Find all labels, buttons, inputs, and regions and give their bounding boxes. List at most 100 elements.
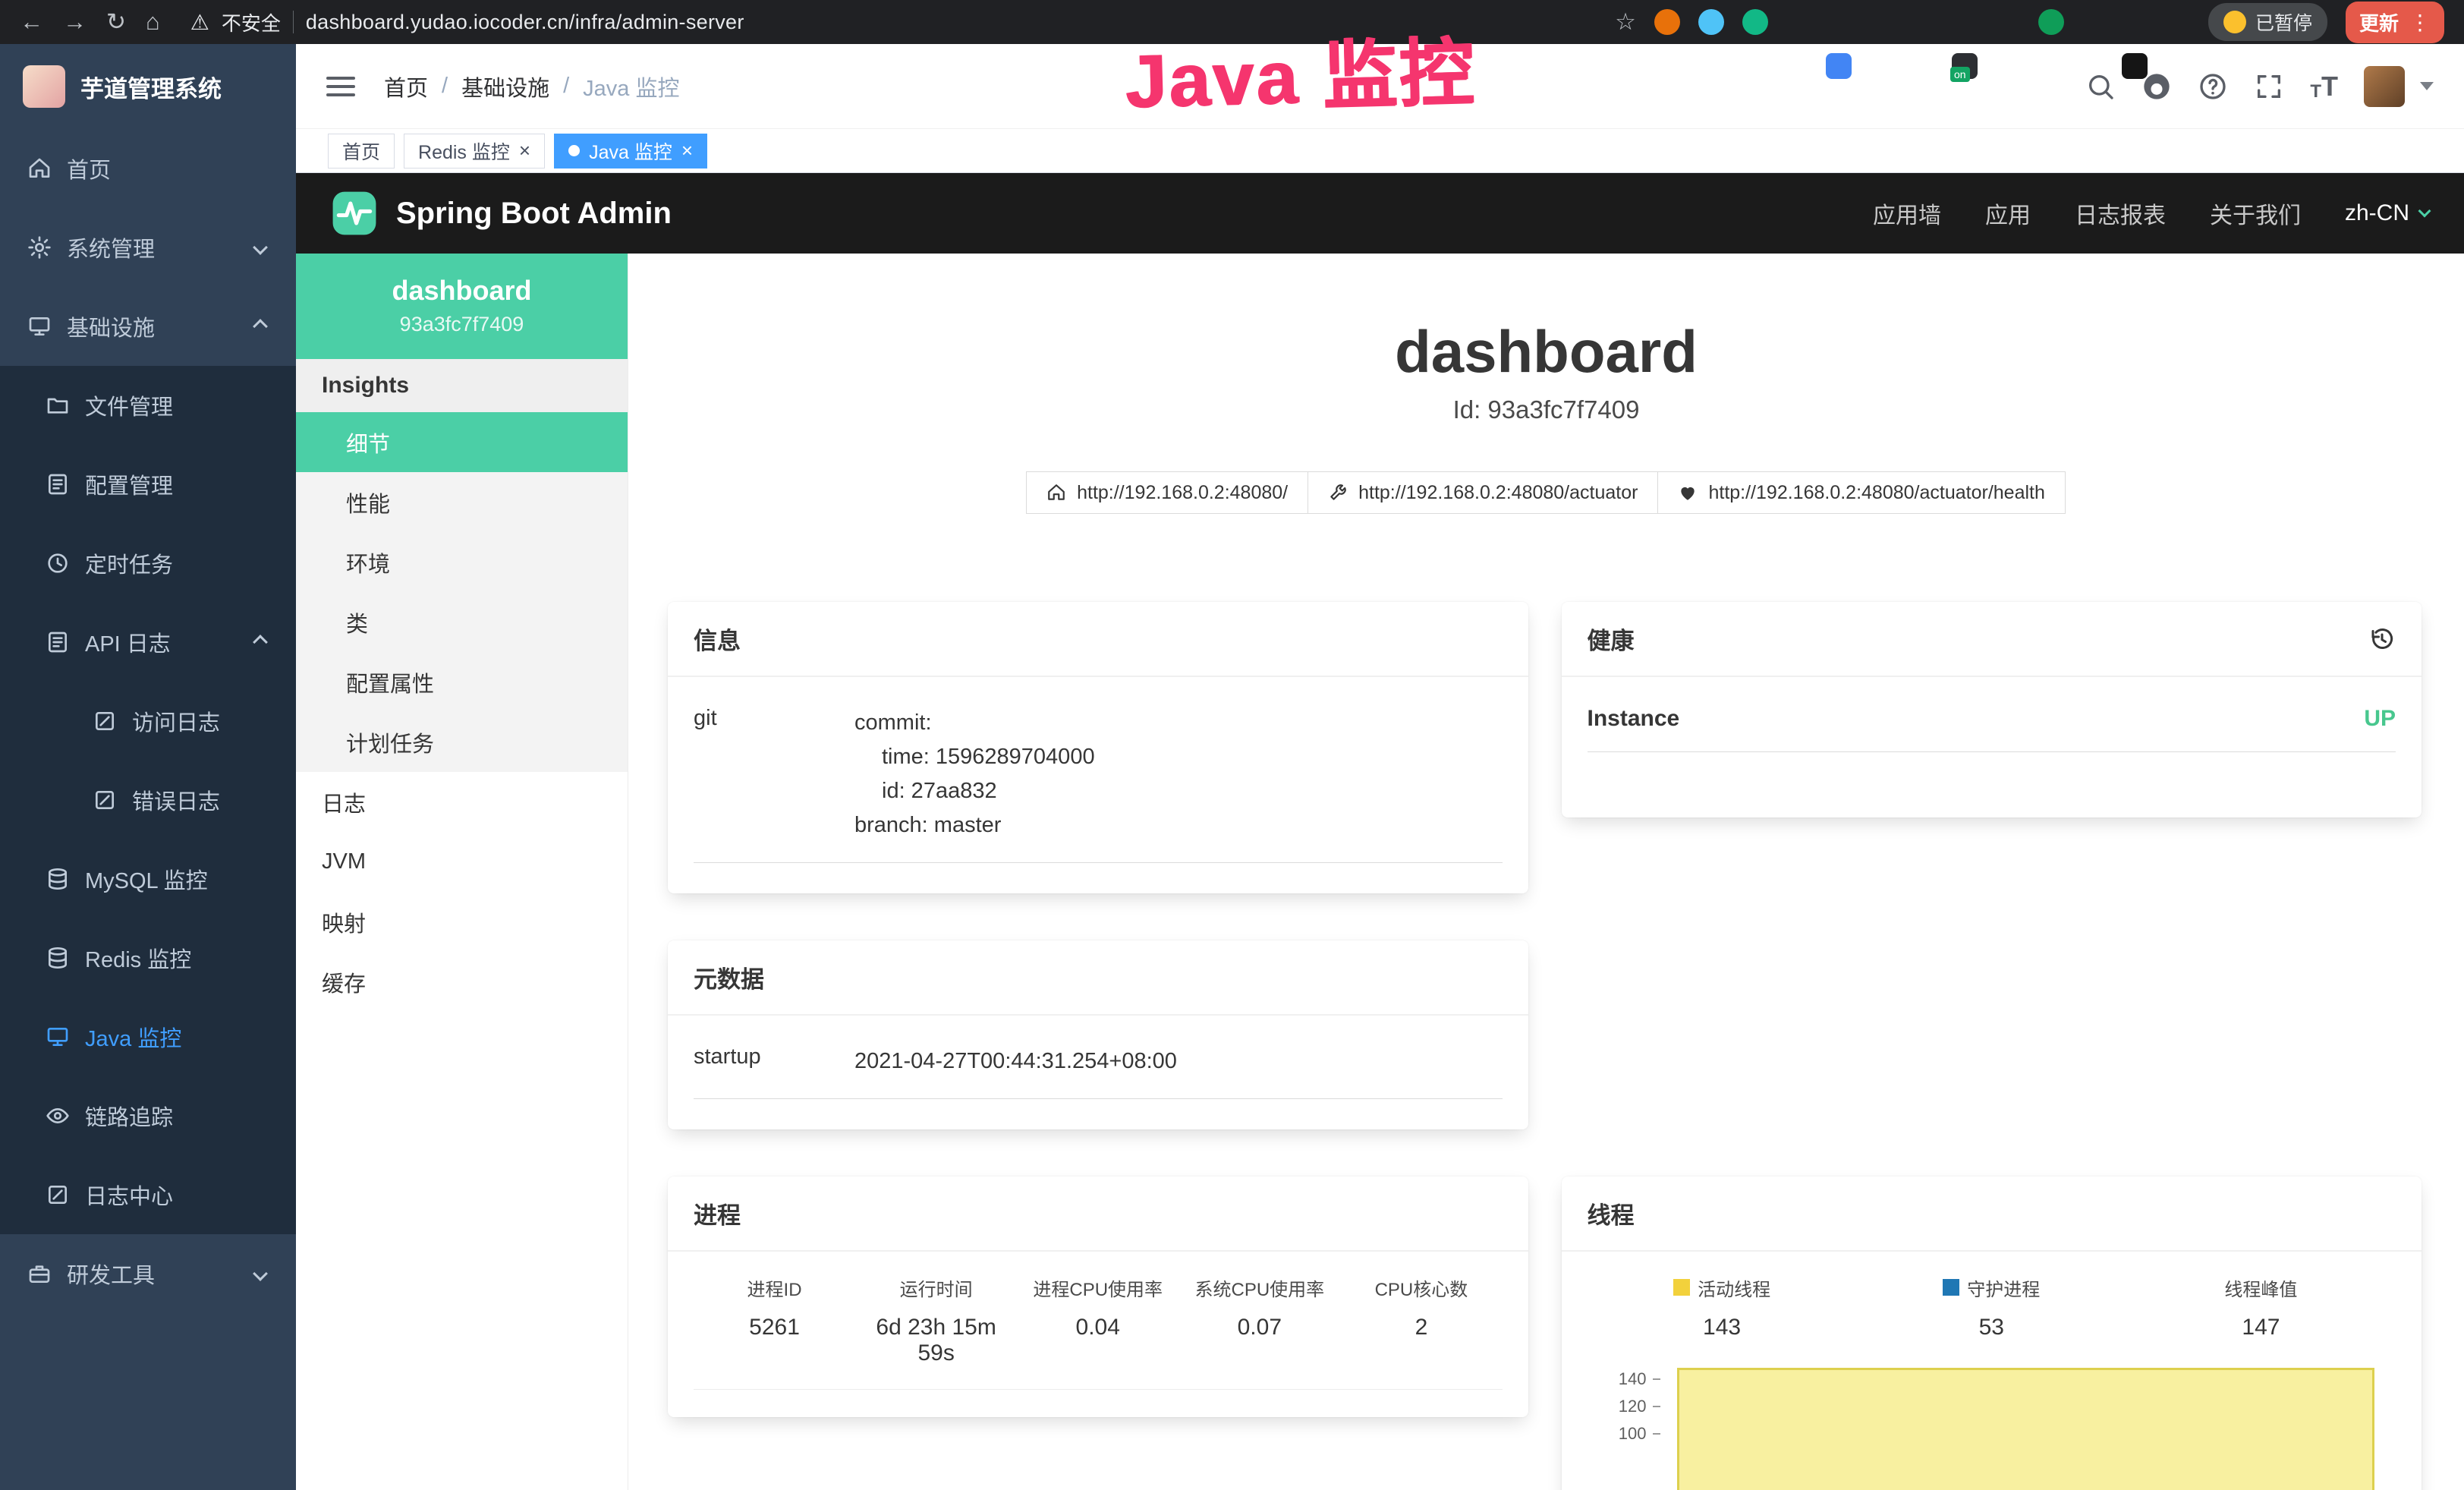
sba-nav-applications[interactable]: 应用 [1985, 197, 2031, 230]
sidebar-item-home[interactable]: 首页 [0, 129, 296, 208]
extension-icon-leaf[interactable] [2038, 9, 2064, 35]
tab-home[interactable]: 首页 [328, 134, 395, 169]
monitor-icon [27, 314, 52, 339]
sba-insights-items: 细节 性能 环境 类 配置属性 计划任务 [296, 412, 628, 772]
sidebar-item-dev-tools[interactable]: 研发工具 [0, 1234, 296, 1313]
home-icon [27, 156, 52, 181]
address-bar[interactable]: ⚠ 不安全 dashboard.yudao.iocoder.cn/infra/a… [190, 8, 744, 36]
chart-area-live-threads [1677, 1368, 2375, 1490]
actuator-url-link[interactable]: http://192.168.0.2:48080/actuator [1308, 471, 1658, 514]
bookmark-star-icon[interactable]: ☆ [1615, 8, 1636, 36]
sba-item-jvm[interactable]: JVM [296, 832, 628, 892]
instance-id: 93a3fc7f7409 [311, 313, 612, 336]
stat-system-cpu: 系统CPU使用率 0.07 [1179, 1274, 1340, 1366]
home-icon[interactable]: ⌂ [146, 8, 160, 36]
update-button[interactable]: 更新 ⋮ [2346, 2, 2444, 43]
extension-icon-green[interactable] [1742, 9, 1768, 35]
extension-icon-puzzle[interactable] [2122, 53, 2148, 79]
stat-cpu-cores: CPU核心数 2 [1340, 1274, 1502, 1366]
metadata-row-startup: startup 2021-04-27T00:44:31.254+08:00 [694, 1044, 1503, 1099]
instance-name: dashboard [311, 275, 612, 307]
sba-sidebar: dashboard 93a3fc7f7409 Insights 细节 性能 环境… [296, 254, 628, 1490]
health-row-instance[interactable]: Instance UP [1588, 706, 2396, 752]
sba-instance-header[interactable]: dashboard 93a3fc7f7409 [296, 254, 628, 359]
tab-java-monitor[interactable]: Java 监控 × [554, 134, 707, 169]
emoji-face-icon [2223, 11, 2246, 33]
logo-avatar [23, 65, 65, 108]
sba-item-environment[interactable]: 环境 [296, 532, 628, 592]
sba-item-details[interactable]: 细节 [296, 412, 628, 472]
metadata-value: 2021-04-27T00:44:31.254+08:00 [854, 1044, 1177, 1079]
tab-redis-monitor[interactable]: Redis 监控 × [404, 134, 545, 169]
sidebar-toggle-icon[interactable] [326, 77, 355, 96]
sidebar-item-redis[interactable]: Redis 监控 [0, 918, 296, 997]
sidebar-item-tracing[interactable]: 链路追踪 [0, 1076, 296, 1155]
health-url-link[interactable]: http://192.168.0.2:48080/actuator/health [1657, 471, 2065, 514]
threads-chart: 140 120 100 [1588, 1363, 2396, 1490]
sba-navbar: Spring Boot Admin 应用墙 应用 日志报表 关于我们 zh-CN [296, 173, 2464, 254]
document-icon [46, 472, 70, 496]
app-logo[interactable]: 芋道管理系统 [0, 44, 296, 129]
sidebar-item-access-log[interactable]: 访问日志 [0, 682, 296, 761]
database-icon [46, 946, 70, 970]
paused-badge[interactable]: 已暂停 [2208, 3, 2327, 41]
eye-icon [46, 1104, 70, 1128]
sba-item-logs[interactable]: 日志 [296, 772, 628, 832]
close-icon[interactable]: × [681, 139, 693, 162]
breadcrumb: 首页 / 基础设施 / Java 监控 [384, 71, 679, 102]
sidebar-item-config[interactable]: 配置管理 [0, 445, 296, 524]
extension-icon-grid[interactable] [1826, 53, 1852, 79]
sba-item-metrics[interactable]: 性能 [296, 472, 628, 532]
sidebar-item-files[interactable]: 文件管理 [0, 366, 296, 445]
app-title: 芋道管理系统 [80, 70, 222, 104]
address-divider [293, 11, 294, 33]
sba-brand[interactable]: Spring Boot Admin [331, 190, 672, 237]
sidebar-item-system[interactable]: 系统管理 [0, 208, 296, 287]
sba-item-mappings[interactable]: 映射 [296, 892, 628, 952]
sidebar-item-infra[interactable]: 基础设施 [0, 287, 296, 366]
locale-selector[interactable]: zh-CN [2345, 200, 2429, 226]
stat-pid: 进程ID 5261 [694, 1274, 855, 1366]
card-title: 线程 [1588, 1196, 1635, 1230]
sidebar-item-java-monitor[interactable]: Java 监控 [0, 997, 296, 1076]
wrench-icon [1328, 483, 1348, 502]
on-badge: on [1950, 67, 1970, 82]
sidebar-item-error-log[interactable]: 错误日志 [0, 761, 296, 840]
forward-icon[interactable]: → [63, 8, 87, 36]
sba-item-config-props[interactable]: 配置属性 [296, 652, 628, 712]
warning-icon: ⚠ [190, 10, 209, 35]
history-icon[interactable] [2368, 625, 2396, 653]
avatar-caret-icon[interactable] [2420, 82, 2434, 90]
breadcrumb-infra[interactable]: 基础设施 [461, 71, 549, 102]
refresh-icon[interactable]: ↻ [106, 8, 126, 36]
home-icon [1046, 483, 1066, 502]
browser-chrome: ← → ↻ ⌂ ⚠ 不安全 dashboard.yudao.iocoder.cn… [0, 0, 2464, 44]
extension-icon-switch[interactable]: on [1952, 53, 1978, 79]
sidebar-item-api-log[interactable]: API 日志 [0, 603, 296, 682]
extension-icon-drop[interactable] [1698, 9, 1724, 35]
admin-sidebar: 芋道管理系统 首页 系统管理 基础设施 文件管理 配置管理 定时任务 API 日… [0, 44, 296, 1490]
sidebar-item-jobs[interactable]: 定时任务 [0, 524, 296, 603]
sba-item-classes[interactable]: 类 [296, 592, 628, 652]
chevron-up-icon [253, 319, 268, 334]
sba-item-scheduled-tasks[interactable]: 计划任务 [296, 712, 628, 772]
sba-item-caches[interactable]: 缓存 [296, 952, 628, 1012]
sba-nav-about[interactable]: 关于我们 [2210, 197, 2301, 230]
legend-swatch-yellow [1673, 1279, 1690, 1296]
extension-icon-fox[interactable] [1654, 9, 1680, 35]
sidebar-item-mysql[interactable]: MySQL 监控 [0, 840, 296, 918]
sba-nav-wallboard[interactable]: 应用墙 [1873, 197, 1941, 230]
gear-icon [27, 235, 52, 260]
breadcrumb-home[interactable]: 首页 [384, 71, 428, 102]
close-icon[interactable]: × [519, 139, 530, 162]
sidebar-item-log-center[interactable]: 日志中心 [0, 1155, 296, 1234]
sba-nav-journal[interactable]: 日志报表 [2075, 197, 2166, 230]
service-url-link[interactable]: http://192.168.0.2:48080/ [1026, 471, 1308, 514]
back-icon[interactable]: ← [20, 8, 43, 36]
update-label: 更新 [2359, 8, 2399, 36]
tag-view-bar: 首页 Redis 监控 × Java 监控 × [296, 129, 2464, 173]
process-stats: 进程ID 5261 运行时间 6d 23h 15m 59s 进程CPU使用率 0… [694, 1274, 1503, 1390]
infra-submenu: 文件管理 配置管理 定时任务 API 日志 访问日志 错误日志 MySQL 监控 [0, 366, 296, 1234]
sba-logo-icon [331, 190, 378, 237]
chevron-up-icon [253, 635, 268, 650]
